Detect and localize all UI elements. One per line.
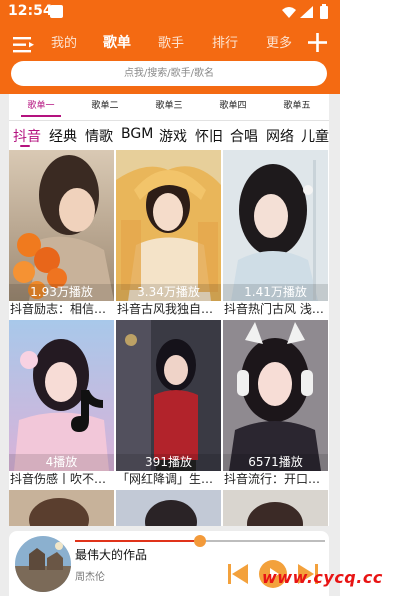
playlist-cover xyxy=(223,490,328,526)
subtab-indicator xyxy=(21,115,61,117)
progress-knob[interactable] xyxy=(194,535,206,547)
playlist-card[interactable]: 1.93万播放 抖音励志：相信… xyxy=(9,150,114,318)
previous-icon[interactable] xyxy=(228,563,248,585)
playlist-title: 抖音热门古风 浅… xyxy=(224,302,324,316)
category-indicator xyxy=(20,145,30,147)
tab-mine[interactable]: 我的 xyxy=(42,32,86,51)
playlist-cover: 1.41万播放 xyxy=(223,150,328,301)
plus-icon[interactable] xyxy=(308,33,327,52)
playlist-card[interactable]: 391播放 「网红降调」生… xyxy=(116,320,221,488)
category-children[interactable]: 儿童 xyxy=(301,126,329,146)
top-tabs: 我的 歌单 歌手 排行 更多 xyxy=(36,32,306,54)
category-chorus[interactable]: 合唱 xyxy=(230,126,258,146)
playlist-panel: 歌单一 歌单二 歌单三 歌单四 歌单五 抖音 经典 情歌 BGM 游戏 怀旧 合… xyxy=(9,94,329,526)
category-internet[interactable]: 网络 xyxy=(266,126,294,146)
tab-playlists[interactable]: 歌单 xyxy=(95,32,139,52)
wifi-icon xyxy=(282,7,296,18)
playlist-card[interactable] xyxy=(116,490,221,526)
playlist-cover: 3.34万播放 xyxy=(116,150,221,301)
playlist-card[interactable]: 6571播放 抖音流行：开口… xyxy=(223,320,328,488)
subtab-playlist-4[interactable]: 歌单四 xyxy=(201,94,265,118)
tab-singers[interactable]: 歌手 xyxy=(149,32,193,51)
battery-icon xyxy=(320,6,328,19)
playlist-subtabs: 歌单一 歌单二 歌单三 歌单四 歌单五 xyxy=(9,94,329,118)
play-count: 1.93万播放 xyxy=(9,284,114,301)
subtab-playlist-5[interactable]: 歌单五 xyxy=(265,94,329,118)
play-count: 4播放 xyxy=(9,454,114,471)
playlist-cover: 6571播放 xyxy=(223,320,328,471)
status-time: 12:54 xyxy=(8,3,53,19)
playlist-cover: 391播放 xyxy=(116,320,221,471)
header-bar: 我的 歌单 歌手 排行 更多 点我/搜索/歌手/歌名 xyxy=(0,24,340,94)
playlist-title: 抖音励志：相信… xyxy=(10,302,107,316)
search-input[interactable]: 点我/搜索/歌手/歌名 xyxy=(11,61,327,86)
category-classic[interactable]: 经典 xyxy=(49,126,77,146)
play-count: 6571播放 xyxy=(223,454,328,471)
menu-icon[interactable] xyxy=(13,36,35,54)
play-count: 391播放 xyxy=(116,454,221,471)
playlist-cover xyxy=(116,490,221,526)
album-cover[interactable] xyxy=(15,536,71,592)
playlist-card[interactable]: 4播放 抖音伤感丨吹不… xyxy=(9,320,114,488)
playlist-card[interactable] xyxy=(223,490,328,526)
playlist-title: 抖音古风我独自… xyxy=(117,302,214,316)
system-status-icons xyxy=(282,4,328,19)
tab-more[interactable]: 更多 xyxy=(257,32,301,51)
category-bgm[interactable]: BGM xyxy=(121,126,153,142)
category-douyin[interactable]: 抖音 xyxy=(13,126,41,146)
tab-charts[interactable]: 排行 xyxy=(203,32,247,51)
notification-icon xyxy=(50,5,63,18)
playlist-title: 「网红降调」生… xyxy=(117,472,214,486)
status-bar: 12:54 xyxy=(0,0,340,24)
playlist-card[interactable]: 1.41万播放 抖音热门古风 浅… xyxy=(223,150,328,318)
playlist-cover: 1.93万播放 xyxy=(9,150,114,301)
divider xyxy=(9,120,329,121)
app-screen: 12:54 我的 歌单 歌手 排行 更多 点我/搜索/歌手/歌名 歌单一 歌单二… xyxy=(0,0,340,596)
playlist-grid: 1.93万播放 抖音励志：相信… 3.34万播放 抖音古风我独自… 1.41万播… xyxy=(9,150,329,526)
artist-name: 周杰伦 xyxy=(75,572,105,583)
song-title: 最伟大的作品 xyxy=(75,548,148,562)
subtab-playlist-3[interactable]: 歌单三 xyxy=(137,94,201,118)
signal-icon xyxy=(300,6,313,18)
category-tabs: 抖音 经典 情歌 BGM 游戏 怀旧 合唱 网络 儿童 xyxy=(9,123,329,149)
progress-bar[interactable] xyxy=(75,535,325,547)
playlist-title: 抖音流行：开口… xyxy=(224,472,321,486)
play-count: 3.34万播放 xyxy=(116,284,221,301)
category-nostalgia[interactable]: 怀旧 xyxy=(195,126,223,146)
progress-fill xyxy=(75,540,200,542)
playlist-card[interactable]: 3.34万播放 抖音古风我独自… xyxy=(116,150,221,318)
playlist-card[interactable] xyxy=(9,490,114,526)
playlist-cover xyxy=(9,490,114,526)
play-count: 1.41万播放 xyxy=(223,284,328,301)
watermark-text: www.cycq.cc xyxy=(262,568,383,587)
playlist-title: 抖音伤感丨吹不… xyxy=(10,472,107,486)
playlist-cover: 4播放 xyxy=(9,320,114,471)
category-games[interactable]: 游戏 xyxy=(159,126,187,146)
category-love-songs[interactable]: 情歌 xyxy=(85,126,113,146)
subtab-playlist-2[interactable]: 歌单二 xyxy=(73,94,137,118)
